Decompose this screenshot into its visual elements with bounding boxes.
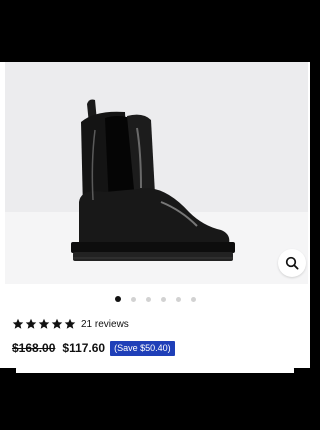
price-row: $168.00 $117.60 (Save $50.40): [12, 340, 175, 356]
carousel-dot-4[interactable]: [160, 296, 166, 302]
rating-row: 21 reviews: [12, 317, 129, 331]
save-badge: (Save $50.40): [110, 340, 175, 356]
star-rating: [12, 318, 76, 330]
carousel-dot-6[interactable]: [190, 296, 196, 302]
boot-image: [71, 99, 235, 261]
product-image[interactable]: [5, 62, 308, 284]
reviews-link[interactable]: 21 reviews: [81, 319, 129, 330]
star-icon: [38, 318, 50, 329]
carousel-dot-2[interactable]: [130, 296, 136, 302]
original-price: $168.00: [12, 341, 56, 355]
star-icon: [25, 318, 37, 329]
carousel-dots: [0, 295, 310, 303]
star-icon: [64, 318, 76, 329]
carousel-dot-1[interactable]: [114, 296, 121, 302]
sale-price: $117.60: [62, 341, 106, 355]
zoom-button[interactable]: [278, 249, 306, 277]
top-black-bar: [0, 0, 310, 62]
star-icon: [51, 318, 63, 329]
magnifier-icon: [285, 256, 299, 270]
next-section-card: [16, 361, 294, 373]
carousel-dot-5[interactable]: [175, 296, 181, 302]
star-icon: [12, 318, 24, 329]
bottom-black-bar: [0, 368, 310, 430]
product-page: 21 reviews $168.00 $117.60 (Save $50.40): [0, 62, 310, 368]
carousel-dot-3[interactable]: [145, 296, 151, 302]
